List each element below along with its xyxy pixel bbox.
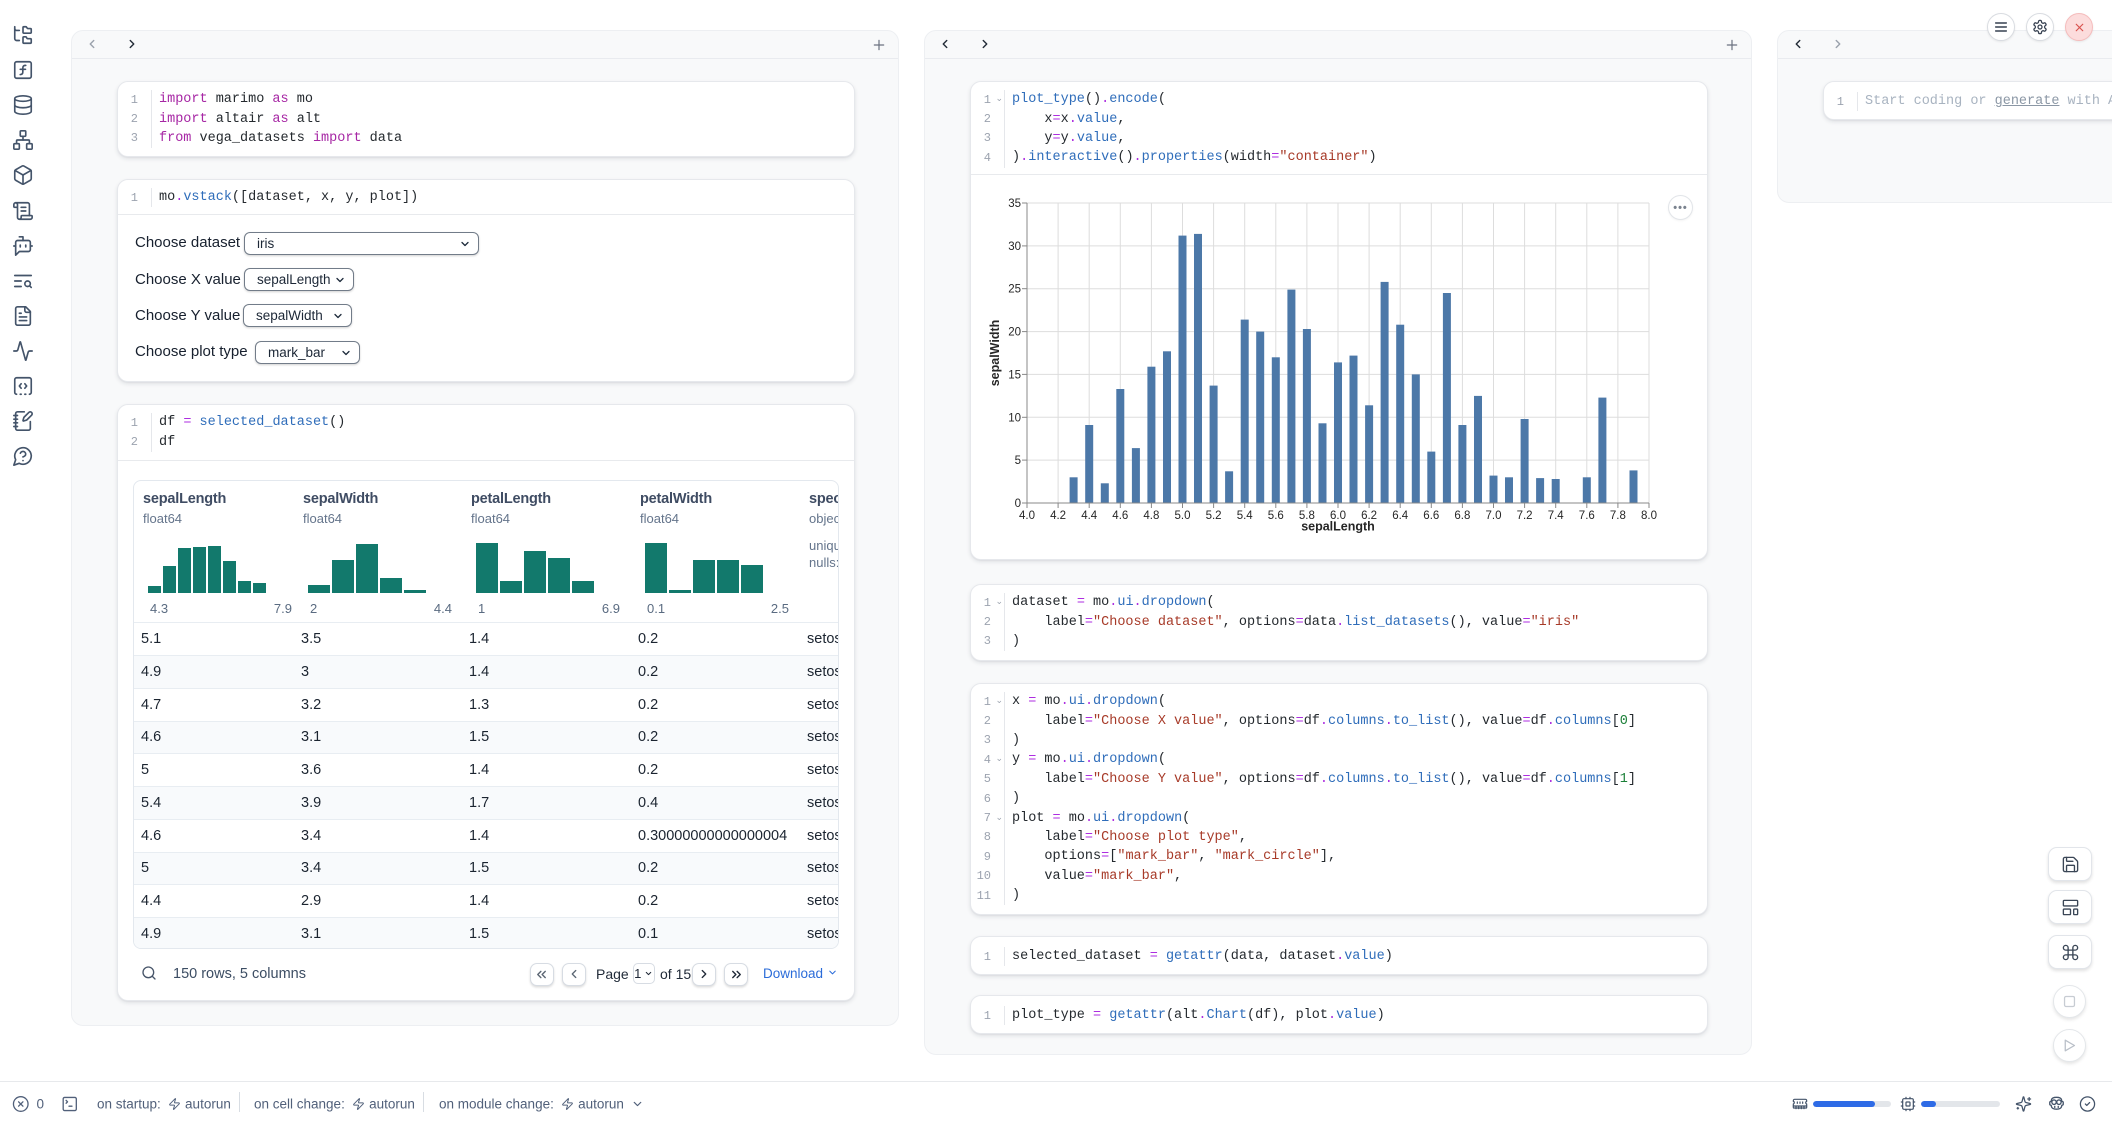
svg-text:5: 5 — [1015, 455, 1021, 467]
svg-text:7.0: 7.0 — [1486, 510, 1502, 522]
svg-text:20: 20 — [1008, 327, 1021, 339]
svg-text:7.6: 7.6 — [1579, 510, 1595, 522]
svg-text:4.8: 4.8 — [1143, 510, 1159, 522]
svg-text:7.2: 7.2 — [1517, 510, 1533, 522]
svg-text:5.2: 5.2 — [1206, 510, 1222, 522]
svg-text:4.2: 4.2 — [1050, 510, 1066, 522]
svg-text:4.6: 4.6 — [1112, 510, 1128, 522]
svg-text:sepalLength: sepalLength — [1301, 520, 1375, 534]
svg-text:8.0: 8.0 — [1641, 510, 1657, 522]
svg-text:7.8: 7.8 — [1610, 510, 1626, 522]
svg-text:6.8: 6.8 — [1454, 510, 1470, 522]
svg-text:0: 0 — [1015, 498, 1021, 510]
svg-text:5.6: 5.6 — [1268, 510, 1284, 522]
svg-text:7.4: 7.4 — [1548, 510, 1565, 522]
svg-text:30: 30 — [1008, 241, 1021, 253]
svg-text:sepalWidth: sepalWidth — [988, 320, 1002, 387]
svg-text:5.0: 5.0 — [1175, 510, 1191, 522]
svg-text:15: 15 — [1008, 369, 1021, 381]
svg-text:6.6: 6.6 — [1423, 510, 1439, 522]
svg-text:4.4: 4.4 — [1081, 510, 1098, 522]
svg-text:25: 25 — [1008, 284, 1021, 296]
svg-text:10: 10 — [1008, 412, 1021, 424]
svg-text:6.4: 6.4 — [1392, 510, 1409, 522]
svg-text:4.0: 4.0 — [1019, 510, 1035, 522]
svg-text:5.4: 5.4 — [1237, 510, 1254, 522]
svg-text:35: 35 — [1008, 198, 1021, 210]
